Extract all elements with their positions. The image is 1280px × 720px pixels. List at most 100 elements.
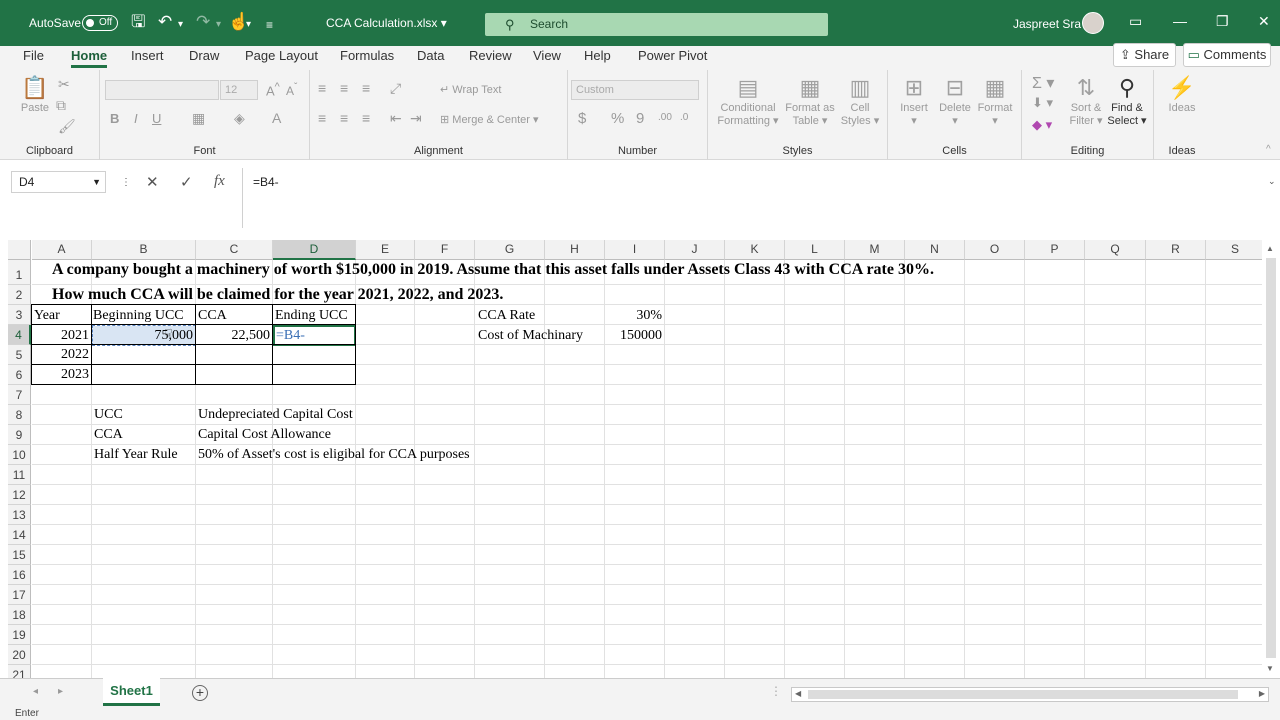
row-header-20[interactable]: 20 [8, 645, 31, 665]
column-header-s[interactable]: S [1206, 240, 1265, 260]
horizontal-scrollbar[interactable]: ◀ ▶ [791, 687, 1269, 702]
tab-file[interactable]: File [23, 48, 44, 63]
redo-icon[interactable]: ↷ [196, 12, 210, 32]
tab-power-pivot[interactable]: Power Pivot [638, 48, 707, 63]
row-header-17[interactable]: 17 [8, 585, 31, 605]
column-header-r[interactable]: R [1146, 240, 1206, 260]
font-name-dropdown[interactable] [105, 80, 219, 100]
decrease-decimal-button[interactable]: .0 [680, 112, 688, 123]
glossary-term-half-year[interactable]: Half Year Rule [94, 445, 178, 464]
borders-icon[interactable]: ▦ [192, 110, 205, 127]
delete-cells-button[interactable]: ⊟ Delete ▾ [936, 74, 974, 127]
next-sheet-icon[interactable]: ▸ [58, 686, 63, 697]
column-header-q[interactable]: Q [1085, 240, 1146, 260]
scroll-left-icon[interactable]: ◀ [795, 689, 801, 698]
prev-sheet-icon[interactable]: ◂ [33, 686, 38, 697]
column-header-d[interactable]: D [273, 240, 356, 260]
tab-data[interactable]: Data [417, 48, 444, 63]
cell-styles-button[interactable]: ▥ Cell Styles ▾ [840, 74, 880, 127]
minimize-icon[interactable]: — [1173, 13, 1187, 29]
column-header-g[interactable]: G [475, 240, 545, 260]
add-sheet-button[interactable]: + [192, 685, 208, 701]
conditional-formatting-button[interactable]: ▤ Conditional Formatting ▾ [714, 74, 782, 127]
format-as-table-button[interactable]: ▦ Format as Table ▾ [784, 74, 836, 127]
file-name[interactable]: CCA Calculation.xlsx ▾ [326, 16, 447, 30]
header-beginning-ucc[interactable]: Beginning UCC [93, 306, 184, 325]
column-header-m[interactable]: M [845, 240, 905, 260]
insert-cells-button[interactable]: ⊞ Insert ▾ [896, 74, 932, 127]
glossary-def-ucc[interactable]: Undepreciated Capital Cost [198, 405, 353, 424]
avatar[interactable] [1082, 12, 1104, 34]
fill-color-icon[interactable]: ◈ [234, 110, 245, 127]
row-header-10[interactable]: 10 [8, 445, 31, 465]
restore-icon[interactable]: ❐ [1216, 13, 1229, 30]
tab-sheet1[interactable]: Sheet1 [103, 678, 160, 706]
row-header-2[interactable]: 2 [8, 285, 31, 305]
comments-button[interactable]: ▭ Comments [1183, 43, 1271, 67]
column-header-j[interactable]: J [665, 240, 725, 260]
fill-icon[interactable]: ⬇ ▾ [1032, 95, 1053, 111]
grow-font-icon[interactable]: A^ [266, 81, 280, 98]
column-header-n[interactable]: N [905, 240, 965, 260]
tab-page-layout[interactable]: Page Layout [245, 48, 318, 63]
formula-input[interactable]: =B4- [242, 168, 1272, 228]
scroll-up-icon[interactable]: ▲ [1266, 244, 1274, 253]
cost-value[interactable]: 150000 [605, 326, 665, 345]
autosum-icon[interactable]: Σ ▾ [1032, 73, 1054, 93]
autosave-toggle[interactable]: Off [82, 15, 118, 31]
align-top-icon[interactable]: ≡ [318, 80, 326, 96]
row-header-16[interactable]: 16 [8, 565, 31, 585]
orientation-icon[interactable]: ⤢ [390, 80, 401, 97]
user-name[interactable]: Jaspreet Sra [1013, 17, 1081, 31]
redo-dropdown-icon[interactable]: ▾ [216, 15, 221, 35]
year-2023[interactable]: 2023 [32, 365, 92, 384]
row-header-3[interactable]: 3 [8, 305, 31, 325]
align-center-icon[interactable]: ≡ [340, 110, 348, 126]
header-cca[interactable]: CCA [198, 306, 227, 325]
row-header-4[interactable]: 4 [8, 325, 31, 345]
column-header-l[interactable]: L [785, 240, 845, 260]
tab-help[interactable]: Help [584, 48, 611, 63]
header-year[interactable]: Year [34, 306, 60, 325]
row-header-18[interactable]: 18 [8, 605, 31, 625]
wrap-text-button[interactable]: ↵ Wrap Text [440, 83, 501, 96]
italic-button[interactable]: I [134, 111, 138, 126]
column-header-h[interactable]: H [545, 240, 605, 260]
cca-2021[interactable]: 22,500 [196, 326, 273, 345]
header-ending-ucc[interactable]: Ending UCC [275, 306, 348, 325]
cca-rate-label[interactable]: CCA Rate [478, 306, 535, 325]
row-header-15[interactable]: 15 [8, 545, 31, 565]
expand-formula-bar-icon[interactable]: ⌄ [1268, 176, 1276, 187]
column-header-b[interactable]: B [92, 240, 196, 260]
column-header-c[interactable]: C [196, 240, 273, 260]
tab-draw[interactable]: Draw [189, 48, 219, 63]
scroll-down-icon[interactable]: ▼ [1266, 664, 1274, 673]
increase-decimal-button[interactable]: .00 [658, 112, 672, 123]
beginning-ucc-2021[interactable]: 75,000 [92, 326, 196, 345]
row-header-12[interactable]: 12 [8, 485, 31, 505]
tab-review[interactable]: Review [469, 48, 512, 63]
close-icon[interactable]: ✕ [1258, 13, 1270, 30]
column-header-a[interactable]: A [32, 240, 92, 260]
share-button[interactable]: ⇪ Share [1113, 43, 1176, 67]
cut-icon[interactable]: ✂ [58, 76, 70, 93]
row-header-6[interactable]: 6 [8, 365, 31, 385]
tab-insert[interactable]: Insert [131, 48, 164, 63]
clear-icon[interactable]: ◆ ▾ [1032, 117, 1052, 133]
column-header-p[interactable]: P [1025, 240, 1085, 260]
customize-toolbar-icon[interactable]: ≡ [266, 15, 273, 35]
row-header-14[interactable]: 14 [8, 525, 31, 545]
paste-button[interactable]: 📋 Paste [18, 74, 52, 114]
collapse-ribbon-icon[interactable]: ^ [1266, 144, 1271, 155]
tab-home[interactable]: Home [71, 48, 108, 68]
year-2022[interactable]: 2022 [32, 345, 92, 364]
worksheet-grid[interactable]: ABCDEFGHIJKLMNOPQRS 1 2 3 4 5 6 7 8 9 10 11 12 13 14 1… [8, 240, 1272, 685]
shrink-font-icon[interactable]: Aˇ [286, 82, 297, 98]
format-cells-button[interactable]: ▦ Format ▾ [976, 74, 1014, 127]
underline-button[interactable]: U [152, 111, 161, 126]
column-header-e[interactable]: E [356, 240, 415, 260]
format-painter-icon[interactable]: 🖌 [58, 118, 76, 135]
row-header-5[interactable]: 5 [8, 345, 31, 365]
cca-rate-value[interactable]: 30% [605, 306, 665, 325]
column-header-f[interactable]: F [415, 240, 475, 260]
